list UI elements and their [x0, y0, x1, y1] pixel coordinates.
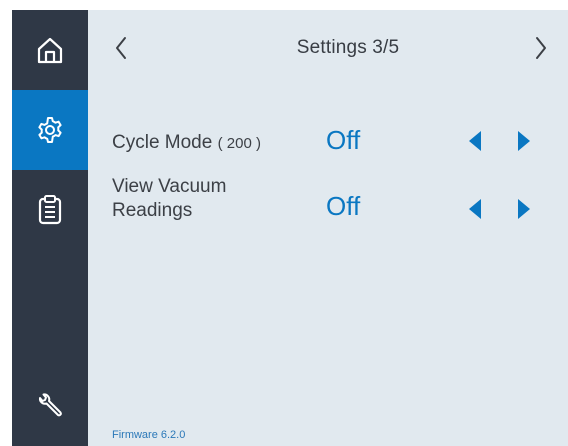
- view-vacuum-readings-decrease-button[interactable]: [467, 197, 483, 221]
- page-counter: 3/5: [372, 37, 400, 58]
- cycle-mode-label: Cycle Mode ( 200 ): [112, 131, 261, 156]
- cycle-mode-increase-button[interactable]: [516, 129, 532, 153]
- page-title-text: Settings: [296, 37, 367, 58]
- next-page-button[interactable]: [534, 35, 548, 61]
- cycle-mode-param: ( 200 ): [217, 135, 261, 152]
- sidebar-item-service[interactable]: [12, 366, 88, 446]
- clipboard-icon: [38, 195, 62, 225]
- sidebar: [12, 10, 88, 446]
- sidebar-item-logs[interactable]: [12, 170, 88, 250]
- firmware-version: Firmware 6.2.0: [112, 429, 186, 441]
- cycle-mode-label-text: Cycle Mode: [112, 132, 213, 153]
- sidebar-item-home[interactable]: [12, 10, 88, 90]
- gear-icon: [38, 117, 62, 143]
- sidebar-item-settings[interactable]: [12, 90, 88, 170]
- wrench-icon: [38, 393, 62, 417]
- view-vacuum-readings-label: View Vacuum Readings: [112, 175, 226, 223]
- view-vacuum-readings-increase-button[interactable]: [516, 197, 532, 221]
- page-title: Settings 3/5: [88, 37, 568, 59]
- device-screen: Settings 3/5 Cycle Mode ( 200 ) Off View…: [12, 10, 568, 446]
- cycle-mode-value: Off: [326, 125, 361, 155]
- view-vacuum-readings-label-line2: Readings: [112, 200, 193, 221]
- main-panel: Settings 3/5 Cycle Mode ( 200 ) Off View…: [88, 10, 568, 446]
- home-icon: [37, 37, 63, 64]
- cycle-mode-decrease-button[interactable]: [467, 129, 483, 153]
- view-vacuum-readings-value: Off: [326, 191, 361, 221]
- view-vacuum-readings-label-line1: View Vacuum: [112, 176, 227, 197]
